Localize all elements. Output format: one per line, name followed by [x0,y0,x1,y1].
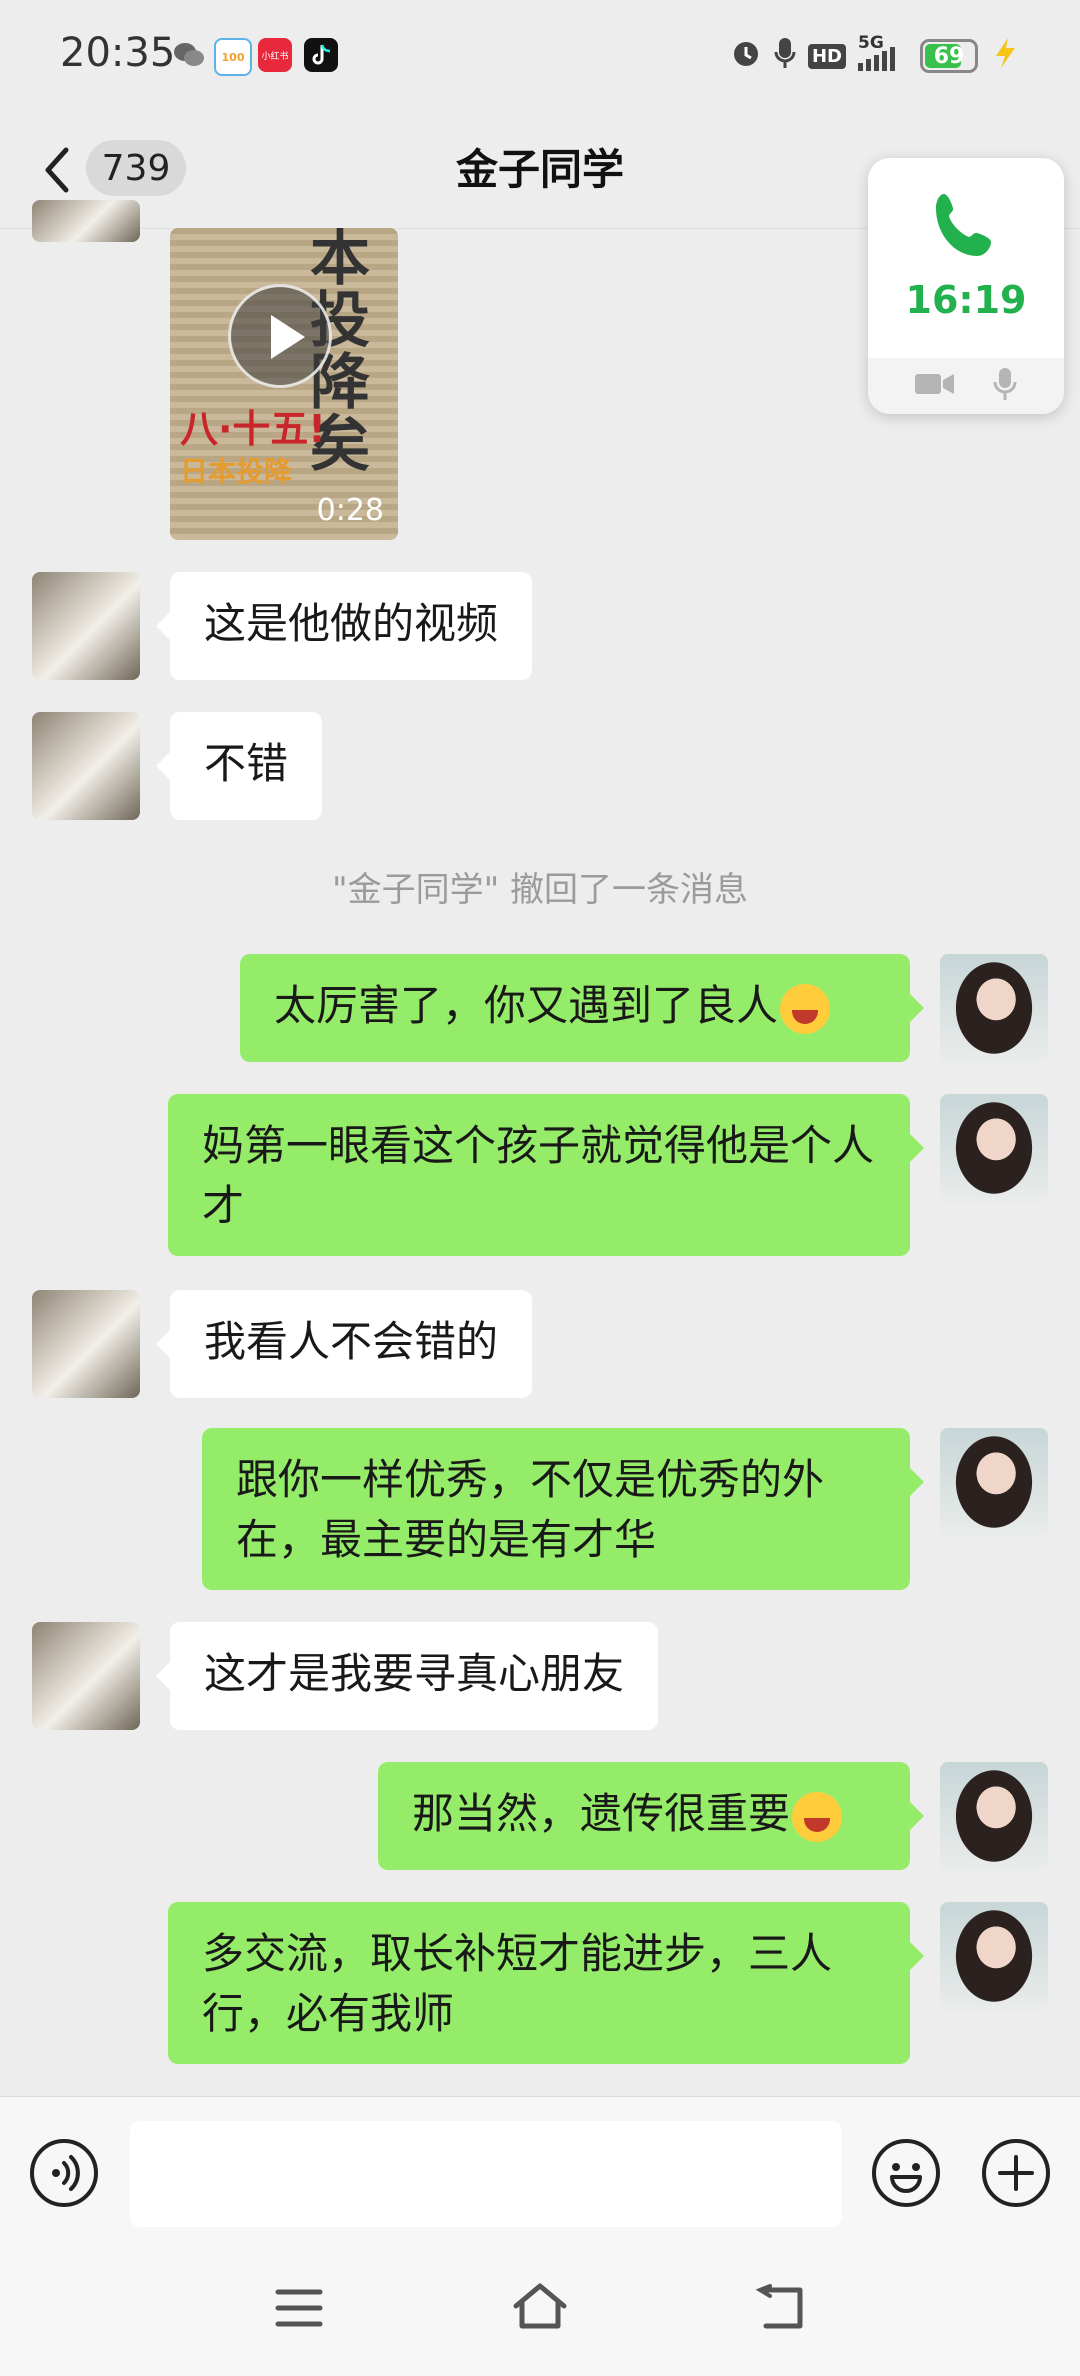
battery-level: 69 [933,43,965,69]
my-avatar[interactable] [940,1094,1048,1202]
home-icon[interactable] [510,2282,570,2332]
message-text: 妈第一眼看这个孩子就觉得他是个人才 [202,1121,875,1230]
xiaohongshu-icon: 小红书 [258,38,292,72]
tiktok-icon [304,38,338,72]
emoji-button[interactable] [872,2139,940,2207]
message-text: 那当然，遗传很重要 [412,1789,791,1838]
grin-emoji-icon [792,1791,843,1842]
call-controls [868,358,1064,414]
message-text: 这是他做的视频 [204,599,499,648]
contact-avatar[interactable] [32,572,140,680]
play-icon[interactable] [228,284,332,388]
my-avatar[interactable] [940,1902,1048,2010]
back-nav-icon[interactable] [754,2284,808,2332]
smiley-icon [890,2163,922,2193]
message-bubble-outgoing[interactable]: 太厉害了，你又遇到了良人 [240,954,924,1062]
contact-avatar[interactable] [32,712,140,820]
contact-avatar[interactable] [32,1290,140,1398]
voice-input-button[interactable] [30,2139,98,2207]
menu-icon[interactable] [274,2286,324,2330]
video-duration: 0:28 [316,493,384,528]
message-bubble-incoming[interactable]: 这才是我要寻真心朋友 [155,1622,659,1730]
message-bubble-outgoing[interactable]: 那当然，遗传很重要 [378,1762,924,1870]
my-avatar[interactable] [940,954,1048,1062]
video-camera-icon[interactable] [914,371,955,401]
system-message: "金子同学" 撤回了一条消息 [331,870,749,910]
input-bar [0,2096,1080,2247]
phone-icon [936,194,991,256]
xiaohongshu-label: 小红书 [261,51,289,62]
wechat-icon [172,38,206,72]
5g-signal-icon: 5G [858,33,908,73]
more-button[interactable] [982,2139,1050,2207]
plus-icon [998,2155,1034,2191]
app-100-icon: 100 [214,38,252,76]
message-bubble-outgoing[interactable]: 妈第一眼看这个孩子就觉得他是个人才 [168,1094,924,1256]
battery-icon: 69 [920,39,978,73]
contact-avatar[interactable] [32,1622,140,1730]
message-bubble-incoming[interactable]: 这是他做的视频 [155,572,533,680]
message-text: 多交流，取长补短才能进步，三人行，必有我师 [202,1929,833,2038]
floating-call-window[interactable]: 16:19 [868,158,1064,414]
laugh-cry-emoji-icon [780,983,831,1034]
hd-icon: HD [807,43,846,69]
voice-wave-icon [52,2155,80,2191]
contact-avatar[interactable] [32,200,140,242]
video-caption-red: 八·十五! [180,407,326,451]
video-message[interactable]: 本投降矣 八·十五! 日本投降 0:28 [170,228,398,540]
alarm-icon [730,37,762,75]
video-caption-orange: 日本投降 [180,455,293,488]
system-nav-bar [0,2246,1080,2376]
status-bar: 20:35 100 小红书 HD 5G 69 [0,0,1080,110]
status-time: 20:35 [60,30,176,76]
message-input[interactable] [130,2121,842,2227]
message-text: 我看人不会错的 [204,1317,499,1366]
microphone-icon[interactable] [992,366,1018,406]
my-avatar[interactable] [940,1428,1048,1536]
message-bubble-incoming[interactable]: 不错 [155,712,323,820]
message-text: 跟你一样优秀，不仅是优秀的外在，最主要的是有才华 [236,1455,825,1564]
message-text: 不错 [204,739,289,788]
status-right-group: HD 5G 69 [730,33,1020,78]
mic-icon [774,36,796,76]
message-text: 这才是我要寻真心朋友 [204,1649,625,1698]
message-bubble-incoming[interactable]: 我看人不会错的 [155,1290,533,1398]
my-avatar[interactable] [940,1762,1048,1870]
app-100-label: 100 [221,50,245,64]
message-bubble-outgoing[interactable]: 跟你一样优秀，不仅是优秀的外在，最主要的是有才华 [202,1428,924,1590]
charging-icon [990,36,1020,76]
message-bubble-outgoing[interactable]: 多交流，取长补短才能进步，三人行，必有我师 [168,1902,924,2064]
call-duration: 16:19 [905,278,1027,322]
message-text: 太厉害了，你又遇到了良人 [274,981,779,1030]
